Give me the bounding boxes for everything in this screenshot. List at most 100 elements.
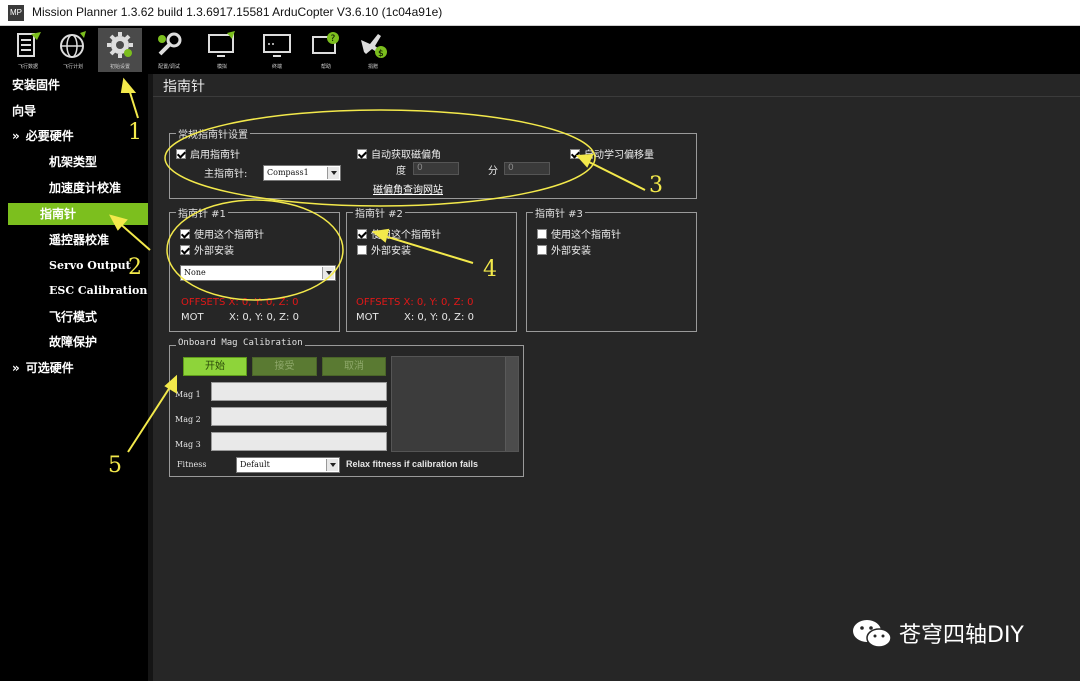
declination-degree-label: 度 <box>396 166 406 177</box>
page-title: 指南针 <box>163 79 205 95</box>
gear-icon <box>107 32 133 58</box>
declination-minute-input[interactable]: 0 <box>504 162 550 175</box>
toolbar-label: 模拟 <box>216 64 227 70</box>
toolbar-flight-data-button[interactable]: 飞行数据 <box>6 28 50 72</box>
toolbar-label: 终端 <box>271 64 282 70</box>
toolbar-label: 飞行数据 <box>17 64 38 70</box>
toolbar-label: 飞行计划 <box>62 64 83 70</box>
sidebar-item-frame-type[interactable]: 机架类型 <box>0 151 153 173</box>
mag2-progress <box>211 407 387 426</box>
checkbox-label: 自动学习偏移量 <box>584 150 654 161</box>
sidebar-item-accel-calibration[interactable]: 加速度计校准 <box>0 177 153 199</box>
checkbox-box <box>357 244 367 255</box>
compass-2-mot-values: X: 0, Y: 0, Z: 0 <box>404 312 474 323</box>
globe-icon <box>60 31 86 58</box>
wechat-icon <box>853 620 892 648</box>
compass-3-group: 指南针 #3 使用这个指南针 外部安装 <box>526 205 697 332</box>
toolbar-flight-plan-button[interactable]: 飞行计划 <box>51 28 95 72</box>
checkbox-label: 使用这个指南针 <box>551 230 621 241</box>
compass-2-offsets: OFFSETS X: 0, Y: 0, Z: 0 <box>356 297 474 308</box>
select-value: Default <box>240 460 270 469</box>
sidebar-item-radio-calibration[interactable]: 遥控器校准 <box>0 229 153 251</box>
sidebar-item-wizard[interactable]: 向导 <box>0 100 153 122</box>
sidebar-item-compass[interactable]: 指南针 <box>8 203 153 225</box>
group-legend: 指南针 #1 <box>176 205 228 220</box>
toolbar-simulation-button[interactable]: 模拟 <box>200 28 244 72</box>
main-toolbar: 飞行数据 飞行计划 初始设置 配置/调试 模拟 终端 ? 帮助 $ 捐赠 <box>0 26 1080 74</box>
sidebar-item-install-firmware[interactable]: 安装固件 <box>0 74 153 96</box>
compass-3-external-checkbox[interactable]: 外部安装 <box>537 242 591 257</box>
checkbox-label: 使用这个指南针 <box>194 230 264 241</box>
donate-plane-icon: $ <box>361 34 387 59</box>
help-icon: ? <box>312 32 339 54</box>
mag2-label: Mag 2 <box>175 415 201 424</box>
group-legend: Onboard Mag Calibration <box>176 338 305 348</box>
sidebar: 安装固件 向导 » 必要硬件 机架类型 加速度计校准 指南针 遥控器校准 Serv… <box>0 74 153 681</box>
compass-1-offsets: OFFSETS X: 0, Y: 0, Z: 0 <box>181 297 299 308</box>
toolbar-label: 配置/调试 <box>158 64 180 70</box>
sidebar-item-failsafe[interactable]: 故障保护 <box>0 331 153 353</box>
checkbox-box <box>537 228 547 239</box>
toolbar-label: 初始设置 <box>109 64 130 70</box>
group-legend: 常规指南针设置 <box>176 126 250 141</box>
sidebar-item-esc-calibration[interactable]: ESC Calibration <box>0 280 153 302</box>
annotation-number-5: 5 <box>108 453 122 478</box>
declination-degree-input[interactable]: 0 <box>413 162 459 175</box>
sidebar-item-label: 指南针 <box>40 207 77 221</box>
toolbar-config-tuning-button[interactable]: 配置/调试 <box>147 28 191 72</box>
sidebar-item-label: 安装固件 <box>12 78 61 92</box>
sidebar-item-label: ESC Calibration <box>49 284 148 297</box>
result-scrollbar[interactable] <box>505 357 518 451</box>
cancel-calibration-button[interactable]: 取消 <box>322 357 386 376</box>
primary-compass-select[interactable]: Compass1 <box>263 165 341 181</box>
group-legend: 指南针 #2 <box>353 205 405 220</box>
enable-compass-checkbox[interactable]: 启用指南针 <box>176 146 240 161</box>
annotation-number-4: 4 <box>483 257 497 282</box>
sidebar-item-optional-hardware[interactable]: » 可选硬件 <box>0 357 153 379</box>
result-textbox[interactable] <box>391 356 519 452</box>
window-titlebar: MP Mission Planner 1.3.62 build 1.3.6917… <box>0 0 1080 26</box>
compass-1-group: 指南针 #1 使用这个指南针 外部安装 None OFFSETS X: 0, Y… <box>169 205 340 332</box>
toolbar-donate-button[interactable]: $ 捐赠 <box>351 28 395 72</box>
relax-fitness-hint: Relax fitness if calibration fails <box>346 459 479 469</box>
checkbox-box <box>537 244 547 255</box>
toolbar-help-button[interactable]: ? 帮助 <box>304 28 348 72</box>
sidebar-item-label: 飞行模式 <box>49 310 98 324</box>
group-legend: 指南针 #3 <box>533 205 585 220</box>
svg-text:$: $ <box>378 49 384 59</box>
declination-minute-label: 分 <box>488 166 498 177</box>
toolbar-label: 捐赠 <box>367 64 378 70</box>
toolbar-initial-setup-button[interactable]: 初始设置 <box>98 28 142 72</box>
fitness-select[interactable]: Default <box>236 457 340 473</box>
accept-calibration-button[interactable]: 接受 <box>252 357 317 376</box>
compass-1-external-checkbox[interactable]: 外部安装 <box>180 242 234 257</box>
checkbox-box <box>180 228 190 239</box>
app-icon: MP <box>8 5 24 21</box>
chevron-down-icon <box>322 267 334 279</box>
checkbox-label: 外部安装 <box>194 246 234 257</box>
expand-chevron-icon: » <box>12 129 20 143</box>
compass-3-use-checkbox[interactable]: 使用这个指南针 <box>537 226 621 241</box>
sidebar-item-label: 机架类型 <box>49 155 98 169</box>
chevron-down-icon <box>326 459 338 471</box>
checkbox-label: 使用这个指南针 <box>371 230 441 241</box>
toolbar-terminal-button[interactable]: 终端 <box>255 28 299 72</box>
compass-2-external-checkbox[interactable]: 外部安装 <box>357 242 411 257</box>
auto-declination-checkbox[interactable]: 自动获取磁偏角 <box>357 146 441 161</box>
checkbox-box <box>357 148 367 159</box>
auto-learn-offsets-checkbox[interactable]: 自动学习偏移量 <box>570 146 654 161</box>
mag1-progress <box>211 382 387 401</box>
compass-1-orientation-select[interactable]: None <box>180 265 336 281</box>
sidebar-item-flight-modes[interactable]: 飞行模式 <box>0 306 153 328</box>
compass-1-use-checkbox[interactable]: 使用这个指南针 <box>180 226 264 241</box>
expand-chevron-icon: » <box>12 361 20 375</box>
compass-2-use-checkbox[interactable]: 使用这个指南针 <box>357 226 441 241</box>
sidebar-item-label: 必要硬件 <box>25 129 74 143</box>
annotation-number-1: 1 <box>128 120 142 145</box>
window-title: Mission Planner 1.3.62 build 1.3.6917.15… <box>32 5 443 19</box>
flight-data-icon <box>17 32 41 57</box>
start-calibration-button[interactable]: 开始 <box>183 357 247 376</box>
checkbox-box <box>357 228 367 239</box>
declination-website-link[interactable]: 磁偏角查询网站 <box>373 181 443 196</box>
select-value: None <box>184 268 206 277</box>
